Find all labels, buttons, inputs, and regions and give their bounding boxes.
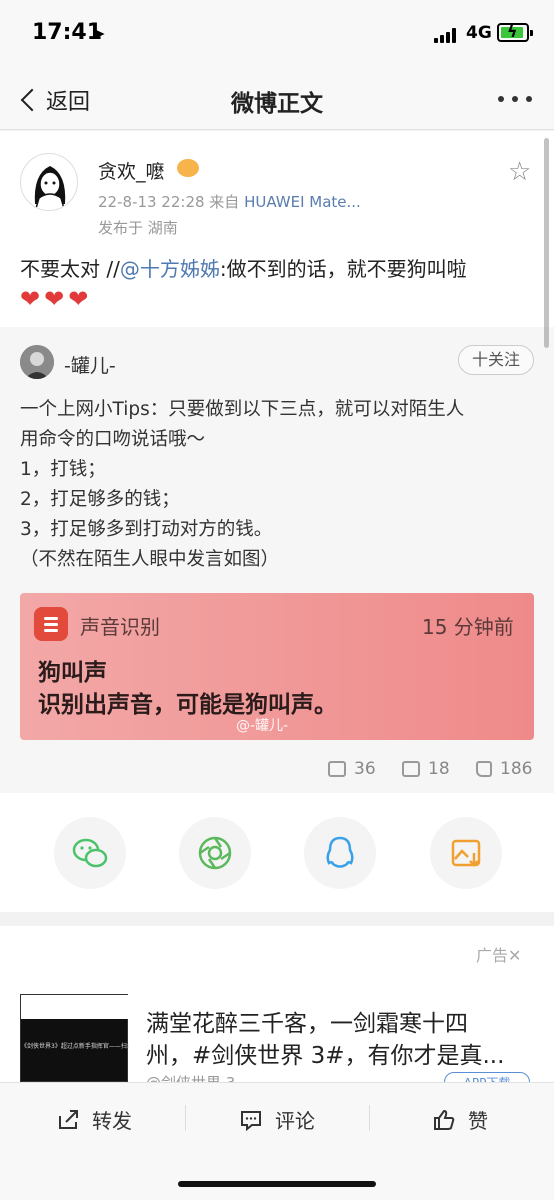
- repost-icon: [59, 1109, 78, 1129]
- thumb-up-icon: [434, 1109, 455, 1130]
- scrollbar[interactable]: [544, 138, 549, 348]
- sound-recognition-app-icon: [34, 607, 68, 641]
- reposted-card[interactable]: -罐儿- 十关注 一个上网小Tips：只要做到以下三点，就可以对陌生人 用命令的…: [0, 327, 554, 793]
- notification-time: 15 分钟前: [422, 615, 514, 639]
- qq-icon: [326, 836, 354, 868]
- signal-icon: [434, 27, 460, 43]
- notification-body: 识别出声音，可能是狗叫声。: [38, 692, 337, 718]
- notification-title: 狗叫声: [38, 660, 107, 686]
- weibo-watermark: @-罐儿-: [236, 718, 289, 734]
- post-device-link[interactable]: HUAWEI Mate...: [244, 193, 361, 211]
- share-row: [0, 793, 554, 912]
- more-dot-icon: [512, 96, 518, 102]
- repost-image[interactable]: 声音识别 15 分钟前 狗叫声 识别出声音，可能是狗叫声。 @-罐儿-: [20, 593, 534, 740]
- repost-text-line: 3，打足够多到打动对方的钱。: [20, 519, 273, 540]
- battery-icon: ϟ: [497, 22, 533, 42]
- notification-app-name: 声音识别: [80, 615, 160, 639]
- nav-bar: 返回 微博正文: [0, 66, 554, 130]
- thumb-up-icon: [476, 761, 492, 777]
- location-arrow-icon: ➤: [92, 24, 106, 43]
- ad-thumb-caption: 《剑侠世界3》超过点新手指挥官——扫本: [21, 1043, 129, 1050]
- ad-title-line: 满堂花醉三千客，一剑霜寒十四: [146, 1011, 468, 1037]
- share-arrow-icon: [328, 761, 346, 777]
- ad-title-line: 州，#剑侠世界 3#，有你才是真...: [146, 1043, 505, 1069]
- home-indicator[interactable]: [178, 1181, 376, 1187]
- comment-count: 18: [428, 759, 450, 779]
- post-time-source: 22-8-13 22:28 来自: [98, 193, 245, 211]
- ad-thumbnail[interactable]: 《剑侠世界3》超过点新手指挥官——扫本: [20, 994, 129, 1082]
- repost-text-line: 一个上网小Tips：只要做到以下三点，就可以对陌生人: [20, 399, 465, 420]
- favorite-star-icon[interactable]: ☆: [508, 157, 531, 187]
- network-type: 4G: [466, 23, 492, 43]
- avatar[interactable]: [20, 153, 78, 211]
- heart-emoji-icons: ❤❤❤: [20, 285, 93, 313]
- comment-count-button[interactable]: 18: [402, 759, 450, 779]
- puffer-fish-emoji-icon: [177, 159, 199, 177]
- repost-text-line: 1，打钱；: [20, 459, 106, 480]
- share-wechat-button[interactable]: [54, 817, 126, 889]
- repost-label: 转发: [92, 1109, 132, 1133]
- like-button[interactable]: 赞: [432, 1105, 488, 1134]
- post-text-post: :做不到的话，就不要狗叫啦: [219, 257, 467, 281]
- post-text-pre: 不要太对 //: [20, 257, 120, 281]
- follow-button[interactable]: 十关注: [458, 345, 534, 375]
- page-title: 微博正文: [231, 91, 323, 117]
- share-qq-button[interactable]: [304, 817, 376, 889]
- divider: [185, 1105, 186, 1131]
- comment-label: 评论: [275, 1109, 315, 1133]
- like-count-button[interactable]: 186: [476, 759, 532, 779]
- post-location: 发布于 湖南: [98, 219, 178, 237]
- comment-icon: [241, 1110, 261, 1131]
- wechat-icon: [72, 838, 108, 868]
- mention-link[interactable]: @十方姊姊: [120, 257, 220, 281]
- repost-button[interactable]: 转发: [56, 1105, 132, 1134]
- comment-button[interactable]: 评论: [239, 1105, 315, 1134]
- share-moments-button[interactable]: [179, 817, 251, 889]
- post-card: 贪欢_嚒 22-8-13 22:28 来自 HUAWEI Mate... 发布于…: [0, 131, 554, 327]
- like-count: 186: [500, 759, 533, 779]
- save-image-icon: [451, 839, 481, 867]
- more-dot-icon: [526, 96, 532, 102]
- moments-icon: [198, 836, 232, 870]
- more-button[interactable]: [498, 96, 532, 102]
- post-text: 不要太对 //@十方姊姊:做不到的话，就不要狗叫啦: [20, 253, 467, 282]
- avatar[interactable]: [20, 345, 54, 379]
- ad-close-label[interactable]: 广告✕: [476, 942, 521, 966]
- status-bar: 17:41 ➤ 4G ϟ: [0, 0, 554, 66]
- repost-username[interactable]: -罐儿-: [64, 351, 116, 378]
- divider: [369, 1105, 370, 1131]
- repost-count: 36: [354, 759, 376, 779]
- more-dot-icon: [498, 96, 504, 102]
- ad-card[interactable]: 广告✕ 《剑侠世界3》超过点新手指挥官——扫本 满堂花醉三千客，一剑霜寒十四 州…: [0, 926, 554, 1092]
- save-image-button[interactable]: [430, 817, 502, 889]
- post-username[interactable]: 贪欢_嚒: [98, 157, 165, 184]
- post-meta: 22-8-13 22:28 来自 HUAWEI Mate...: [98, 191, 361, 212]
- repost-text-line: 2，打足够多的钱；: [20, 489, 180, 510]
- comment-icon: [402, 761, 420, 777]
- repost-text-line: 用命令的口吻说话哦～: [20, 429, 206, 450]
- bottom-action-bar: 转发 评论 赞: [0, 1082, 554, 1200]
- repost-text-line: （不然在陌生人眼中发言如图）: [20, 549, 280, 570]
- like-label: 赞: [468, 1109, 488, 1133]
- repost-count-button[interactable]: 36: [328, 759, 376, 779]
